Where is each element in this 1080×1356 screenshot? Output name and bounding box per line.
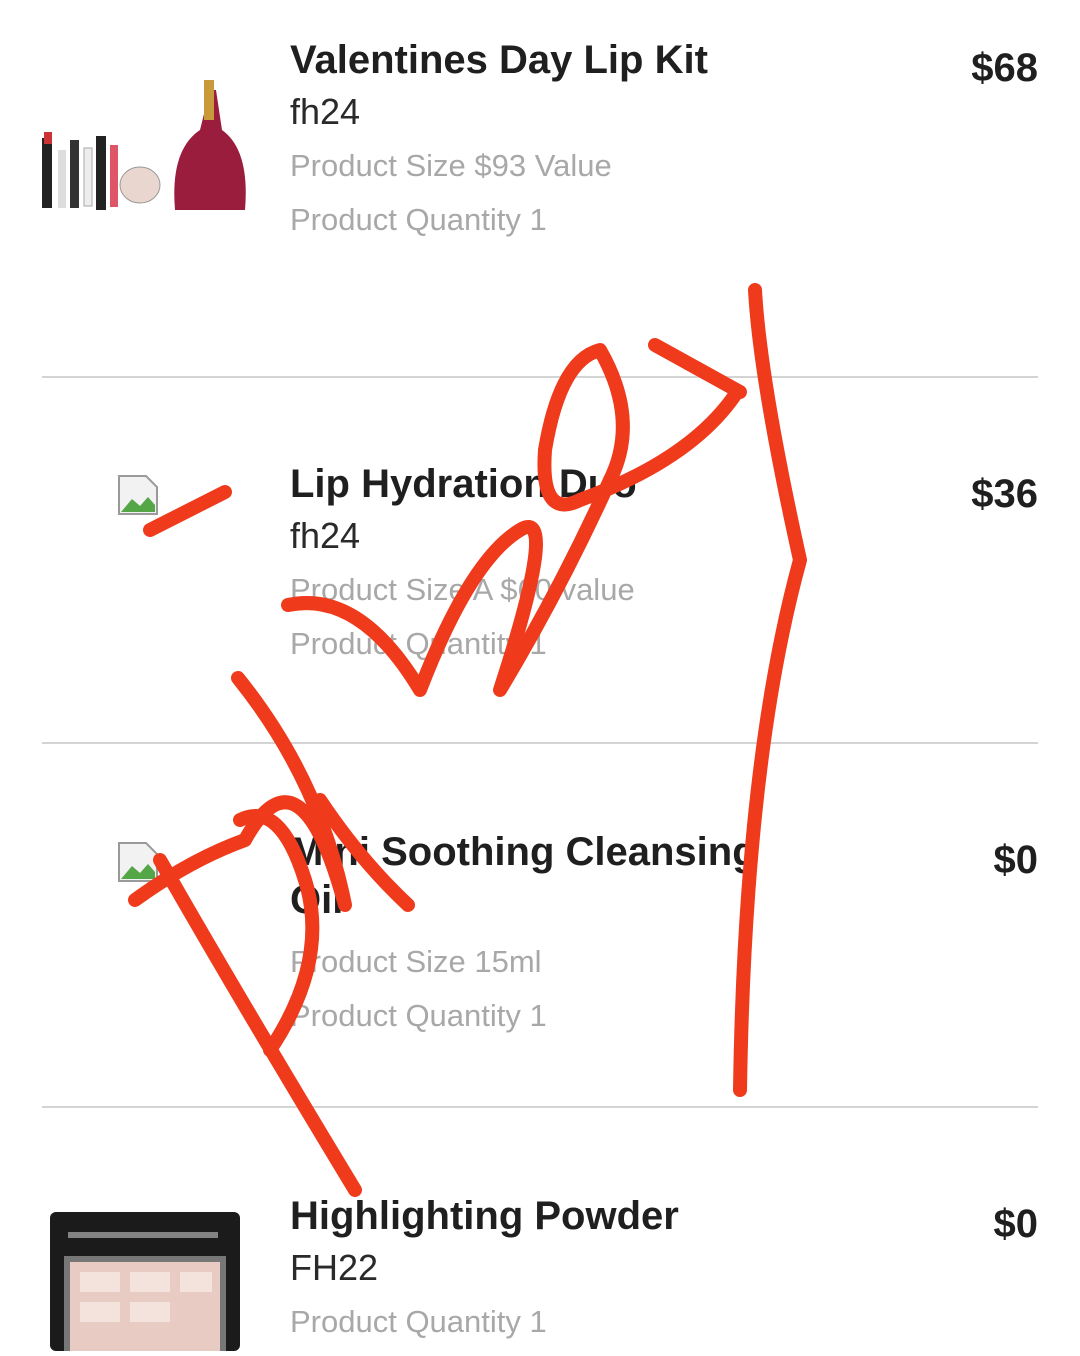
broken-image-icon (118, 475, 158, 515)
product-price: $68 (971, 46, 1038, 90)
divider (42, 1106, 1038, 1108)
product-code: FH22 (290, 1247, 379, 1288)
product-price: $36 (971, 472, 1038, 516)
product-size: Product Size A $60 value (290, 572, 635, 607)
product-quantity: Product Quantity 1 (290, 998, 547, 1033)
product-size: Product Size 15ml (290, 944, 542, 979)
product-price: $0 (993, 1202, 1039, 1246)
divider (42, 376, 1038, 378)
product-quantity: Product Quantity 1 (290, 202, 547, 237)
product-quantity: Product Quantity 1 (290, 1304, 547, 1339)
broken-image-icon (118, 842, 158, 882)
product-quantity: Product Quantity 1 (290, 626, 547, 661)
product-image-lip-kit (40, 70, 250, 220)
product-name[interactable]: Lip Hydration Duo (290, 460, 790, 508)
product-name[interactable]: Highlighting Powder (290, 1192, 790, 1240)
product-name[interactable]: Mini Soothing Cleansing Oil (290, 828, 790, 924)
product-name[interactable]: Valentines Day Lip Kit (290, 36, 790, 84)
product-code: fh24 (290, 91, 361, 132)
product-price: $0 (993, 838, 1039, 882)
product-size: Product Size $93 Value (290, 148, 612, 183)
divider (42, 742, 1038, 744)
product-code: fh24 (290, 515, 361, 556)
product-image-highlighting-powder (50, 1212, 250, 1351)
